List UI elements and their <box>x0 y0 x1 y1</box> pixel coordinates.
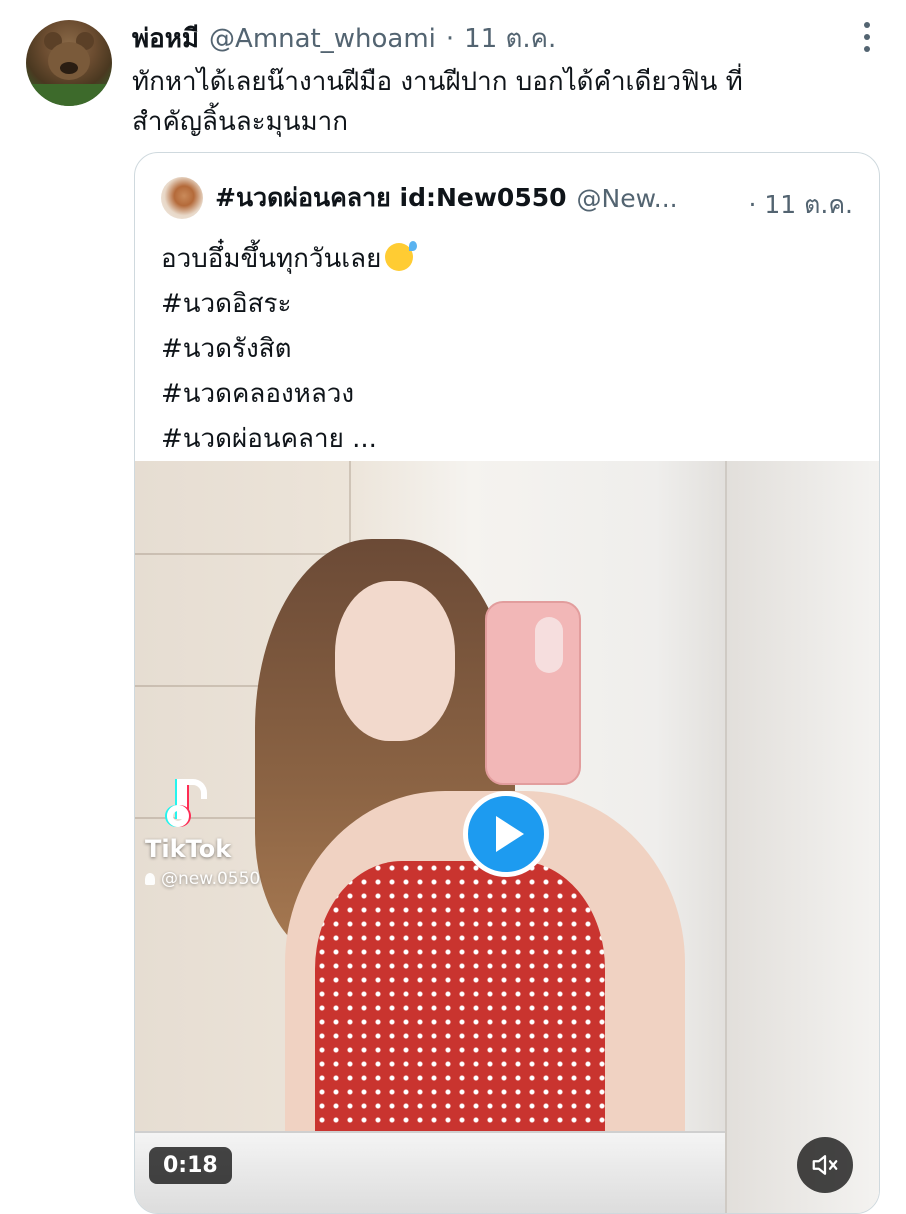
volume-muted-icon <box>812 1155 838 1175</box>
tweet-header: พ่อหมี @Amnat_whoami · 11 ต.ค. <box>132 18 556 59</box>
mute-button[interactable] <box>797 1137 853 1193</box>
more-vertical-icon[interactable] <box>862 22 872 52</box>
quoted-tweet-header: #นวดผ่อนคลาย id:New0550 @New... <box>161 177 687 219</box>
tiktok-username: @new.0550 <box>145 869 260 889</box>
avatar-detail <box>26 84 112 106</box>
author-handle[interactable]: @Amnat_whoami <box>209 24 436 54</box>
video-subject-phone <box>485 601 581 785</box>
tiktok-logo-icon <box>167 779 211 831</box>
video-subject-face <box>335 581 455 741</box>
quoted-tweet-date[interactable]: · 11 ต.ค. <box>748 185 853 225</box>
quoted-author-handle[interactable]: @New... <box>577 184 687 213</box>
video-player[interactable]: TikTok @new.0550 0:18 <box>135 461 879 1213</box>
phone-camera <box>535 617 563 673</box>
hashtag-link[interactable]: #นวดคลองหลวง <box>161 372 413 417</box>
tiktok-username-text: @new.0550 <box>161 869 261 889</box>
hashtag-link[interactable]: #นวดผ่อนคลาย ... <box>161 417 413 462</box>
more-dot <box>864 22 870 28</box>
tweet-date[interactable]: 11 ต.ค. <box>464 18 556 59</box>
quoted-author-name[interactable]: #นวดผ่อนคลาย id:New0550 <box>215 178 567 218</box>
video-duration: 0:18 <box>149 1147 232 1184</box>
tweet-text-line: ทักหาได้เลยน๊างานฝีมือ งานฝีปาก บอกได้คำ… <box>132 67 743 97</box>
more-dot <box>864 34 870 40</box>
tiktok-brand-text: TikTok <box>145 835 232 863</box>
wall-tile-line <box>135 553 355 555</box>
header-separator: · <box>445 24 455 54</box>
quoted-text-line: อวบอึ๋มขึ้นทุกวันเลย <box>161 244 382 274</box>
user-icon <box>145 873 155 885</box>
more-dot <box>864 46 870 52</box>
author-avatar[interactable] <box>26 20 112 106</box>
quoted-tweet[interactable]: #นวดผ่อนคลาย id:New0550 @New... · 11 ต.ค… <box>134 152 880 1214</box>
tiktok-logo-part <box>167 805 189 827</box>
avatar-detail <box>60 62 78 74</box>
tweet-text-line: สำคัญลิ้นละมุนมาก <box>132 107 349 137</box>
avatar-detail <box>48 42 90 80</box>
hashtag-link[interactable]: #นวดรังสิต <box>161 327 413 372</box>
tiktok-watermark: TikTok @new.0550 <box>145 779 260 889</box>
sweat-smile-emoji <box>385 241 418 271</box>
hashtag-link[interactable]: #นวดอิสระ <box>161 282 413 327</box>
author-name[interactable]: พ่อหมี <box>132 18 199 59</box>
background-door <box>725 461 879 1213</box>
play-button[interactable] <box>463 791 549 877</box>
quoted-author-avatar[interactable] <box>161 177 203 219</box>
tiktok-logo-part <box>183 779 207 799</box>
quoted-tweet-text: อวบอึ๋มขึ้นทุกวันเลย #นวดอิสระ #นวดรังสิ… <box>161 237 418 462</box>
tweet-text: ทักหาได้เลยน๊างานฝีมือ งานฝีปาก บอกได้คำ… <box>132 62 852 142</box>
